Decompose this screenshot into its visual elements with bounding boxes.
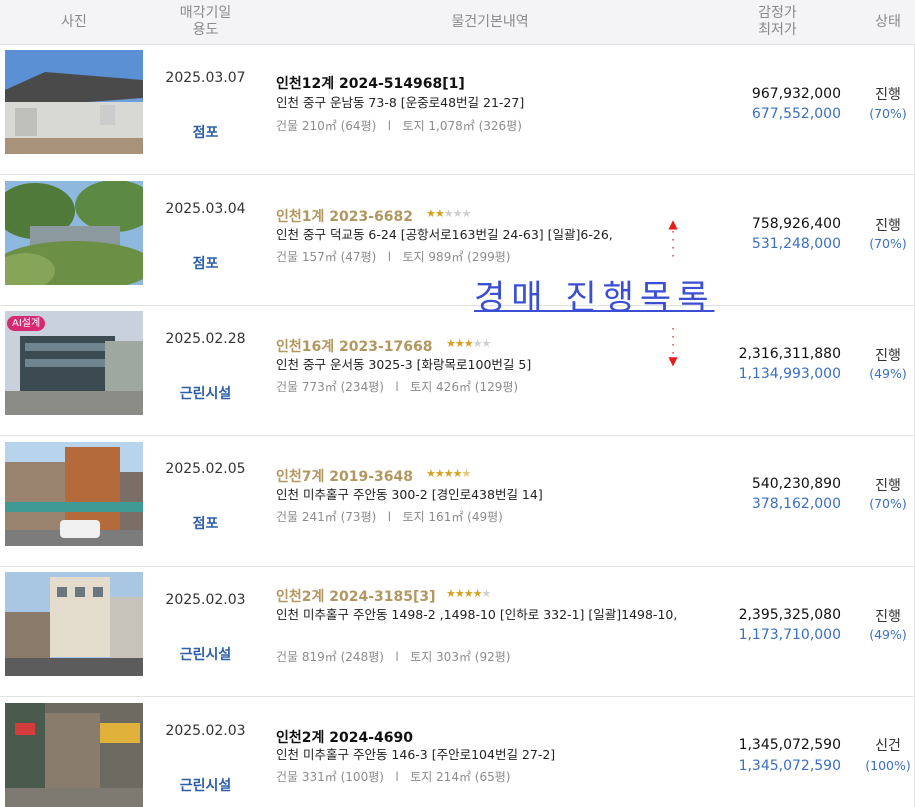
status-percent: (49%) [869, 366, 907, 381]
property-address: 인천 미추홀구 주안동 146-3 [주안로104번길 27-2] [276, 747, 556, 762]
table-row[interactable]: AI설계 2025.02.28 근린시설 인천16계 2023-17668 ★★… [0, 305, 915, 436]
property-use: 근린시설 [179, 647, 232, 663]
status-label: 진행 [875, 478, 901, 494]
minimum-price: 1,134,993,000 [738, 366, 841, 382]
sale-date: 2025.02.05 [165, 461, 246, 477]
status-label: 신건 [875, 738, 901, 754]
rating-stars: ★★★★★ [426, 467, 471, 480]
appraisal-price: 540,230,890 [751, 476, 841, 492]
status-percent: (70%) [869, 236, 907, 251]
property-photo[interactable]: AI설계 [5, 311, 143, 415]
status-percent: (100%) [865, 758, 911, 773]
minimum-price: 378,162,000 [751, 496, 841, 512]
property-use: 근린시설 [179, 386, 232, 402]
minimum-price: 1,173,710,000 [738, 627, 841, 643]
status-percent: (70%) [869, 106, 907, 121]
table-row[interactable]: 2025.02.05 점포 인천7계 2019-3648 ★★★★★ 인천 미추… [0, 436, 915, 567]
area-info: 건물 157㎡ (47평) l 토지 989㎡ (299평) [276, 250, 511, 264]
property-address: 인천 미추홀구 주안동 300-2 [경인로438번길 14] [276, 487, 543, 502]
header-status: 상태 [875, 13, 901, 30]
minimum-price: 531,248,000 [751, 236, 841, 252]
property-photo[interactable] [5, 442, 143, 546]
case-number-link[interactable]: 인천2계 2024-4690 [276, 727, 413, 747]
overlay-title: 경매 진행목록 [474, 278, 715, 318]
property-address: 인천 미추홀구 주안동 1498-2 ,1498-10 [인하로 332-1] … [276, 607, 678, 622]
area-info: 건물 331㎡ (100평) l 토지 214㎡ (65평) [276, 770, 511, 784]
area-info: 건물 773㎡ (234평) l 토지 426㎡ (129평) [276, 380, 519, 394]
status-label: 진행 [875, 218, 901, 234]
rating-stars: ★★★★★ [446, 587, 491, 600]
table-header: 사진 매각기일 용도 물건기본내역 감정가 최저가 상태 [0, 0, 915, 45]
table-row[interactable]: 2025.03.07 점포 인천12계 2024-514968[1] 인천 중구… [0, 44, 915, 175]
minimum-price: 1,345,072,590 [738, 758, 841, 774]
appraisal-price: 967,932,000 [751, 86, 841, 102]
minimum-price: 677,552,000 [751, 106, 841, 122]
sale-date: 2025.03.07 [165, 70, 246, 86]
arrow-up-icon: ▲ · · · · [668, 217, 678, 263]
table-row[interactable]: 2025.03.04 점포 인천1계 2023-6682 ★★★★★ 인천 중구… [0, 175, 915, 306]
appraisal-price: 2,316,311,880 [738, 346, 841, 362]
property-address: 인천 중구 운남동 73-8 [운중로48번길 21-27] [276, 95, 525, 110]
header-photo: 사진 [61, 13, 87, 30]
case-number-link[interactable]: 인천12계 2024-514968[1] [276, 73, 465, 93]
appraisal-price: 2,395,325,080 [738, 607, 841, 623]
appraisal-price: 758,926,400 [751, 216, 841, 232]
appraisal-price: 1,345,072,590 [738, 737, 841, 753]
sale-date: 2025.03.04 [165, 201, 246, 217]
case-number-link[interactable]: 인천16계 2023-17668 [276, 336, 432, 356]
rating-stars: ★★★★★ [446, 337, 491, 350]
property-use: 점포 [192, 256, 219, 272]
property-photo[interactable] [5, 181, 143, 285]
ai-design-badge: AI설계 [7, 316, 46, 331]
status-label: 진행 [875, 348, 901, 364]
sale-date: 2025.02.28 [165, 331, 246, 347]
property-photo[interactable] [5, 572, 143, 676]
sale-date: 2025.02.03 [165, 723, 246, 739]
status-percent: (70%) [869, 496, 907, 511]
area-info: 건물 819㎡ (248평) l 토지 303㎡ (92평) [276, 650, 511, 664]
sale-date: 2025.02.03 [165, 592, 246, 608]
property-address: 인천 중구 운서동 3025-3 [화랑목로100번길 5] [276, 357, 532, 372]
table-row[interactable]: 2025.02.03 근린시설 인천2계 2024-3185[3] ★★★★★ … [0, 566, 915, 697]
header-date-use: 매각기일 용도 [179, 5, 232, 38]
property-photo[interactable] [5, 50, 143, 154]
property-use: 근린시설 [179, 778, 232, 794]
case-number-link[interactable]: 인천7계 2019-3648 [276, 466, 413, 486]
header-basic-info: 물건기본내역 [451, 13, 529, 30]
property-photo[interactable] [5, 703, 143, 807]
case-number-link[interactable]: 인천1계 2023-6682 [276, 206, 413, 226]
status-label: 진행 [875, 609, 901, 625]
property-use: 점포 [192, 516, 219, 532]
arrow-down-icon: · · · · ▼ [668, 322, 678, 368]
header-price: 감정가 최저가 [758, 5, 797, 38]
area-info: 건물 210㎡ (64평) l 토지 1,078㎡ (326평) [276, 119, 522, 133]
status-label: 진행 [875, 87, 901, 103]
rating-stars: ★★★★★ [426, 207, 471, 220]
area-info: 건물 241㎡ (73평) l 토지 161㎡ (49평) [276, 510, 503, 524]
property-use: 점포 [192, 125, 219, 141]
case-number-link[interactable]: 인천2계 2024-3185[3] [276, 586, 436, 606]
table-row[interactable]: 2025.02.03 근린시설 인천2계 2024-4690 인천 미추홀구 주… [0, 697, 915, 807]
status-percent: (49%) [869, 627, 907, 642]
property-address: 인천 중구 덕교동 6-24 [공항서로163번길 24-63] [일괄]6-2… [276, 227, 613, 242]
